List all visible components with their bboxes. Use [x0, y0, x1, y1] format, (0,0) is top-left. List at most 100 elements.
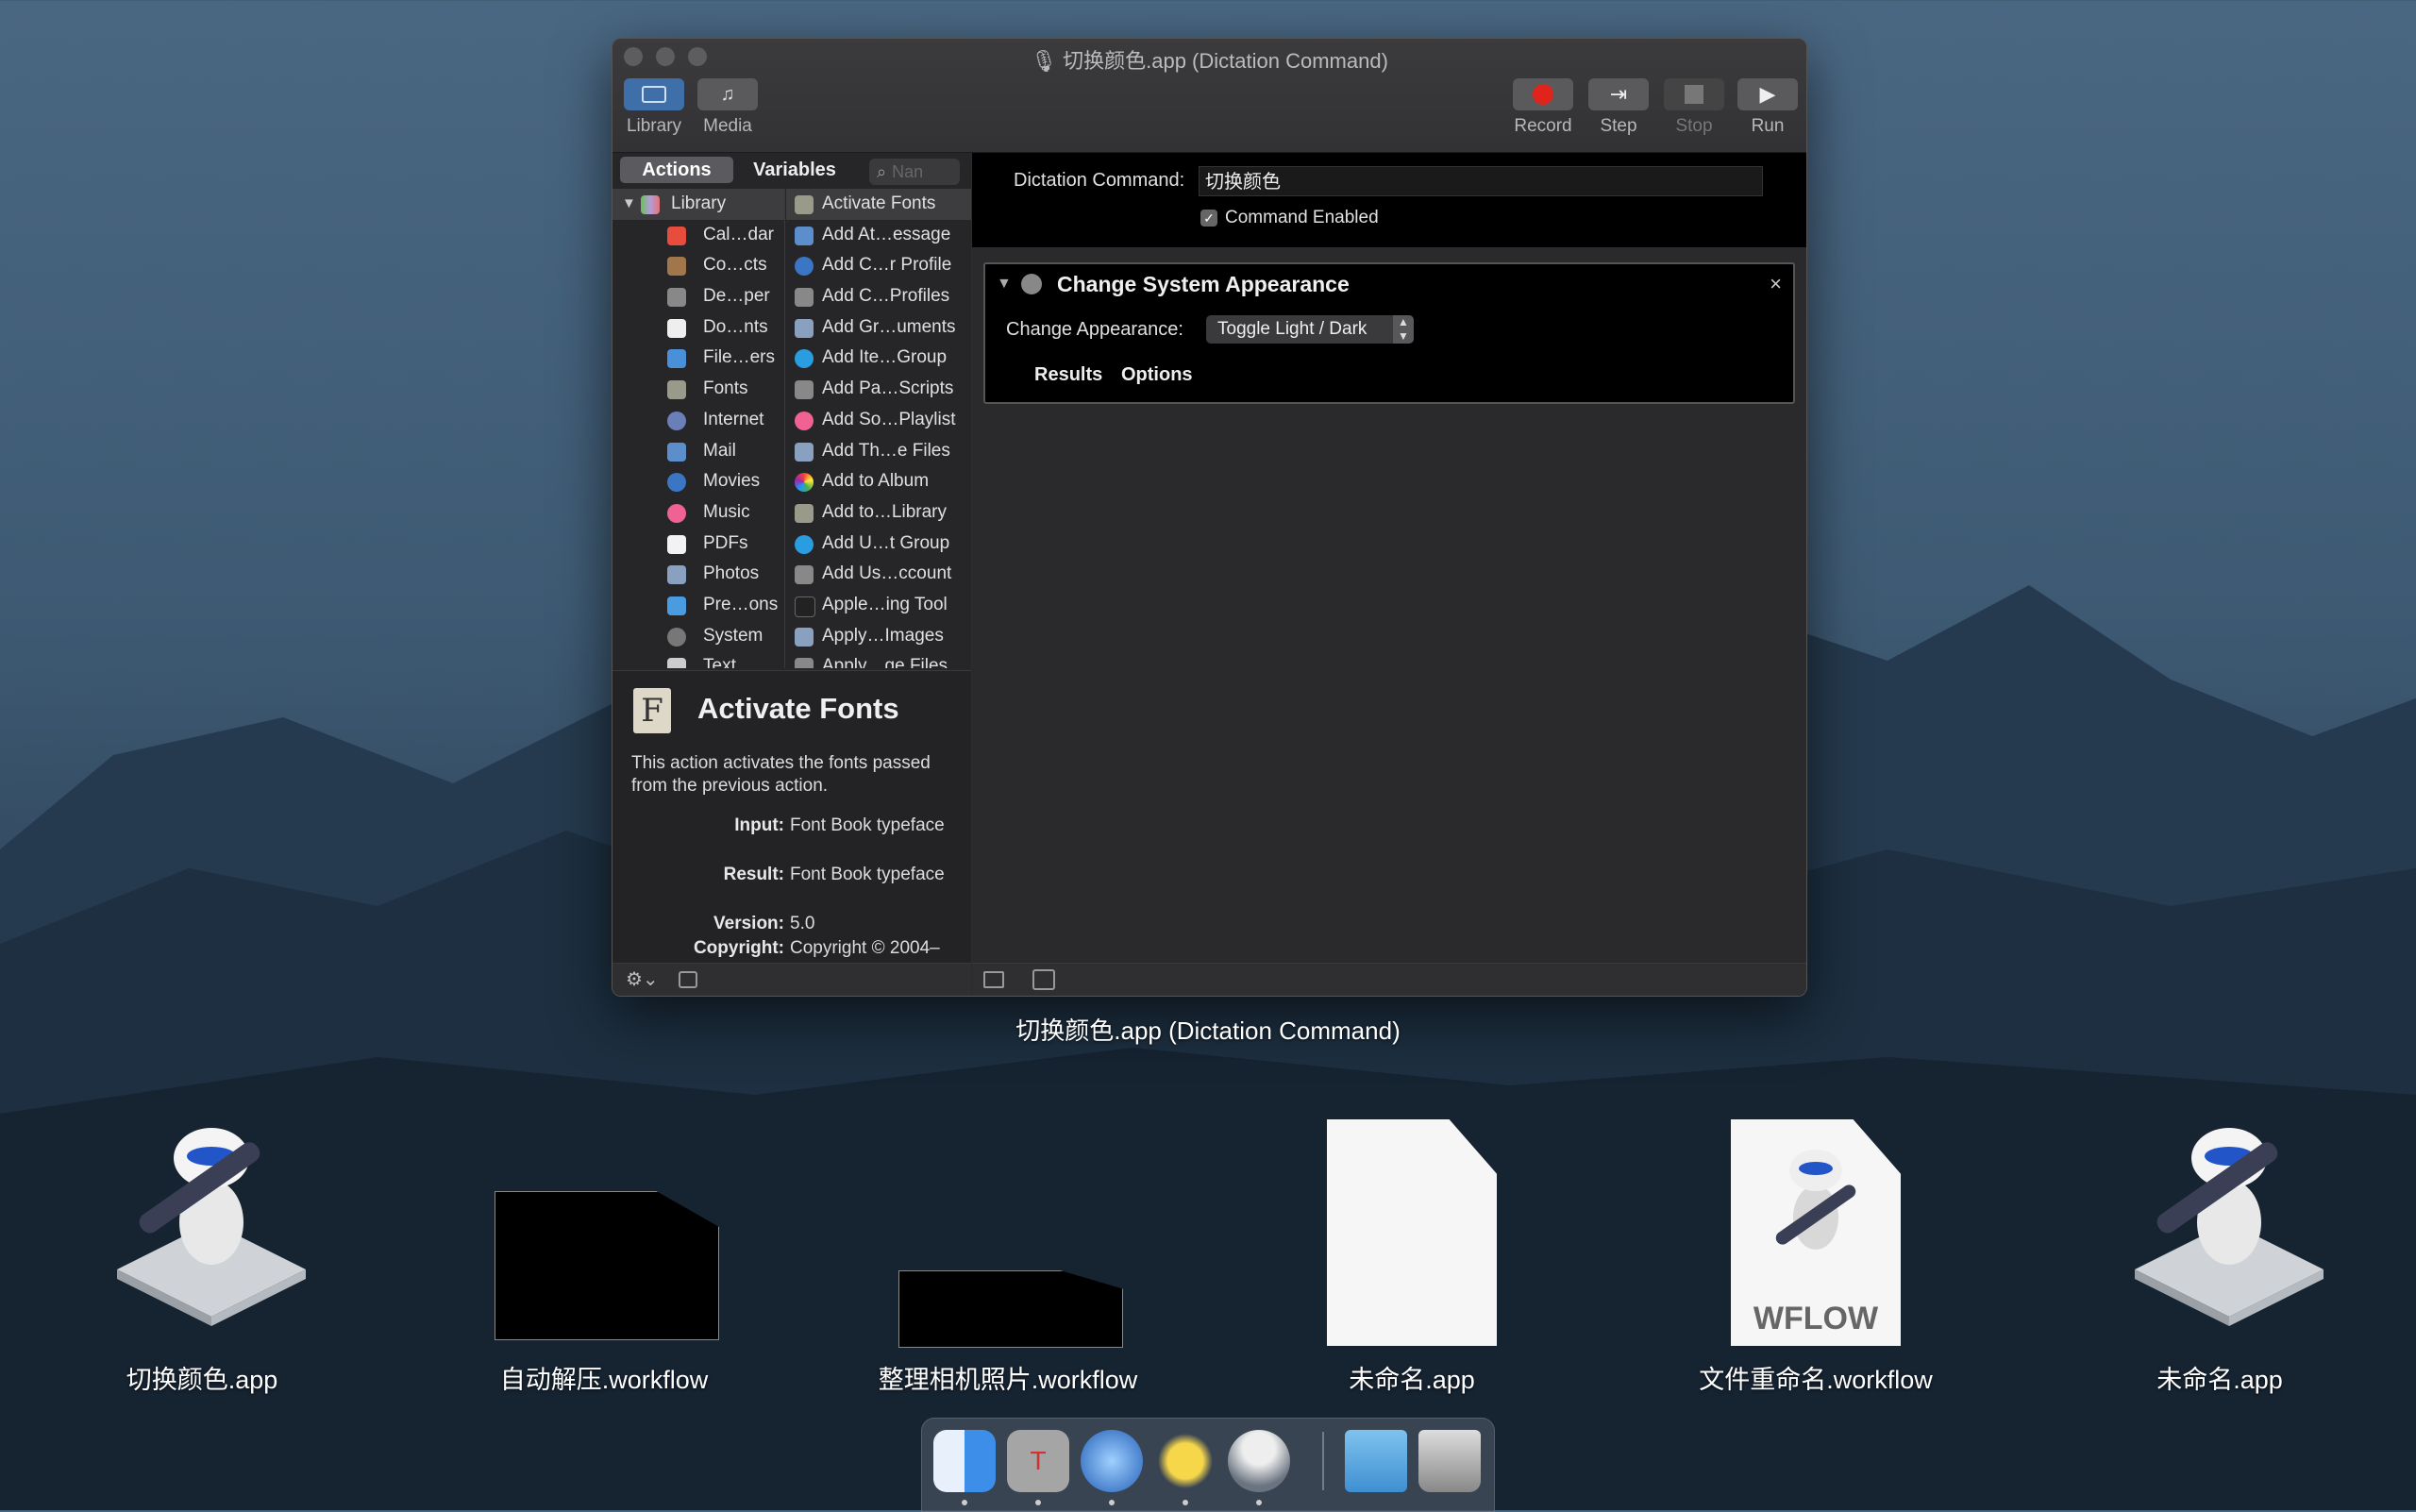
library-folder-icon: [641, 195, 660, 214]
action-item[interactable]: Apply…Images: [786, 621, 971, 652]
step-button[interactable]: ⇥ Step: [1581, 78, 1656, 137]
action-item[interactable]: Add Ite…Group: [786, 343, 971, 374]
file-label: 未命名.app: [2156, 1366, 2283, 1394]
tab-results[interactable]: Results: [1034, 364, 1102, 386]
workflow-footer: [972, 963, 1806, 996]
change-system-appearance-action[interactable]: ▼ Change System Appearance × Change Appe…: [983, 262, 1795, 404]
action-item[interactable]: Apply…ge Files: [786, 651, 971, 668]
pdfs-icon: [667, 534, 686, 554]
action-item[interactable]: Add to…Library: [786, 497, 971, 529]
run-button[interactable]: ▶ Run: [1730, 78, 1805, 137]
dictation-command-field[interactable]: 切换颜色: [1199, 166, 1763, 196]
library-segmented-control: Actions Variables ⌕ Nan: [620, 157, 960, 187]
split-view-icon[interactable]: [1032, 969, 1055, 990]
category-item[interactable]: Text: [612, 651, 784, 668]
action-item[interactable]: Add Gr…uments: [786, 312, 971, 344]
action-title: Change System Appearance: [1057, 272, 1350, 296]
automator-icon: [795, 565, 814, 585]
automator-window: 🎙 切换颜色.app (Dictation Command) Library ♫…: [612, 38, 1807, 997]
running-indicator: [962, 1500, 967, 1505]
folder-icon[interactable]: [1345, 1430, 1407, 1492]
library-icon: [642, 86, 666, 103]
trash-icon[interactable]: [1418, 1430, 1481, 1492]
media-button[interactable]: ♫ Media: [697, 78, 758, 137]
description-version: Version: 5.0: [713, 914, 815, 933]
list-view-icon[interactable]: [983, 971, 1004, 988]
action-item[interactable]: Add Th…e Files: [786, 436, 971, 467]
category-item[interactable]: Pre…ons: [612, 590, 784, 621]
developer-icon: [667, 288, 686, 308]
appearance-select[interactable]: Toggle Light / Dark ▲ ▼: [1206, 315, 1414, 344]
close-icon[interactable]: ×: [1770, 272, 1782, 296]
automator-robot-icon: [2135, 1128, 2324, 1326]
presentations-icon: [667, 596, 686, 615]
mail-icon: [667, 442, 686, 462]
category-item[interactable]: Fonts: [612, 374, 784, 405]
category-item[interactable]: De…per: [612, 281, 784, 312]
stop-icon: [1685, 85, 1703, 104]
category-item[interactable]: Movies: [612, 466, 784, 497]
library-button[interactable]: Library: [624, 78, 684, 137]
category-item[interactable]: Co…cts: [612, 250, 784, 281]
preview-icon: [795, 442, 814, 462]
action-item[interactable]: Add to Album: [786, 466, 971, 497]
tab-variables[interactable]: Variables: [735, 157, 854, 183]
category-item[interactable]: Photos: [612, 559, 784, 590]
action-item[interactable]: Add C…r Profile: [786, 250, 971, 281]
script-icon: [795, 380, 814, 400]
stop-button[interactable]: Stop: [1656, 78, 1732, 137]
category-item[interactable]: Do…nts: [612, 312, 784, 344]
finder-icon[interactable]: [933, 1430, 996, 1492]
category-item[interactable]: PDFs: [612, 529, 784, 560]
category-item[interactable]: Cal…dar: [612, 220, 784, 251]
contacts-icon: [667, 257, 686, 277]
command-enabled-label: Command Enabled: [1225, 208, 1379, 227]
stepper-arrows-icon: ▲ ▼: [1393, 315, 1414, 344]
action-item[interactable]: Add Pa…Scripts: [786, 374, 971, 405]
automator-icon[interactable]: [1228, 1430, 1290, 1492]
group-icon: [795, 534, 814, 554]
category-item[interactable]: Internet: [612, 405, 784, 436]
action-item-activate-fonts[interactable]: Activate Fonts: [786, 189, 971, 220]
safari-icon[interactable]: [1081, 1430, 1143, 1492]
dictation-command-bar: Dictation Command: 切换颜色 ✓ Command Enable…: [972, 153, 1806, 247]
fonts-icon: [795, 195, 814, 214]
dock: T: [921, 1418, 1495, 1512]
record-icon: [1533, 84, 1553, 105]
action-item[interactable]: Add At…essage: [786, 220, 971, 251]
action-item[interactable]: Add U…t Group: [786, 529, 971, 560]
tab-actions[interactable]: Actions: [620, 157, 733, 183]
tab-options[interactable]: Options: [1121, 364, 1193, 386]
quicklook-caption: 切换颜色.app (Dictation Command): [1015, 1016, 1401, 1045]
textedit-icon[interactable]: T: [1007, 1430, 1069, 1492]
action-item[interactable]: Add Us…ccount: [786, 559, 971, 590]
wflow-badge: WFLOW: [1753, 1301, 1879, 1336]
disclosure-triangle-icon[interactable]: ▼: [622, 189, 636, 220]
disclosure-triangle-icon[interactable]: ▼: [997, 276, 1012, 293]
movies-icon: [667, 473, 686, 493]
automator-icon: [795, 288, 814, 308]
command-enabled-checkbox[interactable]: ✓: [1200, 210, 1217, 227]
action-item[interactable]: Apple…ing Tool: [786, 590, 971, 621]
dock-divider: [1322, 1432, 1324, 1490]
window-titlebar: 🎙 切换颜色.app (Dictation Command) Library ♫…: [612, 39, 1806, 153]
gear-icon[interactable]: ⚙⌄: [626, 967, 659, 991]
file-label: 整理相机照片.workflow: [878, 1366, 1138, 1394]
appearance-label: Change Appearance:: [1006, 319, 1183, 340]
category-item[interactable]: Music: [612, 497, 784, 529]
action-item[interactable]: Add C…Profiles: [786, 281, 971, 312]
preview-icon: [795, 627, 814, 647]
file-label: 文件重命名.workflow: [1699, 1366, 1933, 1394]
description-input: Input: Font Book typeface: [734, 815, 945, 835]
category-item[interactable]: System: [612, 621, 784, 652]
category-item[interactable]: Mail: [612, 436, 784, 467]
search-field[interactable]: ⌕ Nan: [869, 159, 960, 185]
action-item[interactable]: Add So…Playlist: [786, 405, 971, 436]
documents-icon: [667, 318, 686, 338]
record-button[interactable]: Record: [1505, 78, 1581, 137]
description-toggle-icon[interactable]: [679, 971, 697, 988]
category-item[interactable]: File…ers: [612, 343, 784, 374]
butterfly-app-icon[interactable]: [1154, 1430, 1216, 1492]
calendar-icon: [667, 226, 686, 245]
category-library[interactable]: ▼ Library: [612, 189, 784, 220]
